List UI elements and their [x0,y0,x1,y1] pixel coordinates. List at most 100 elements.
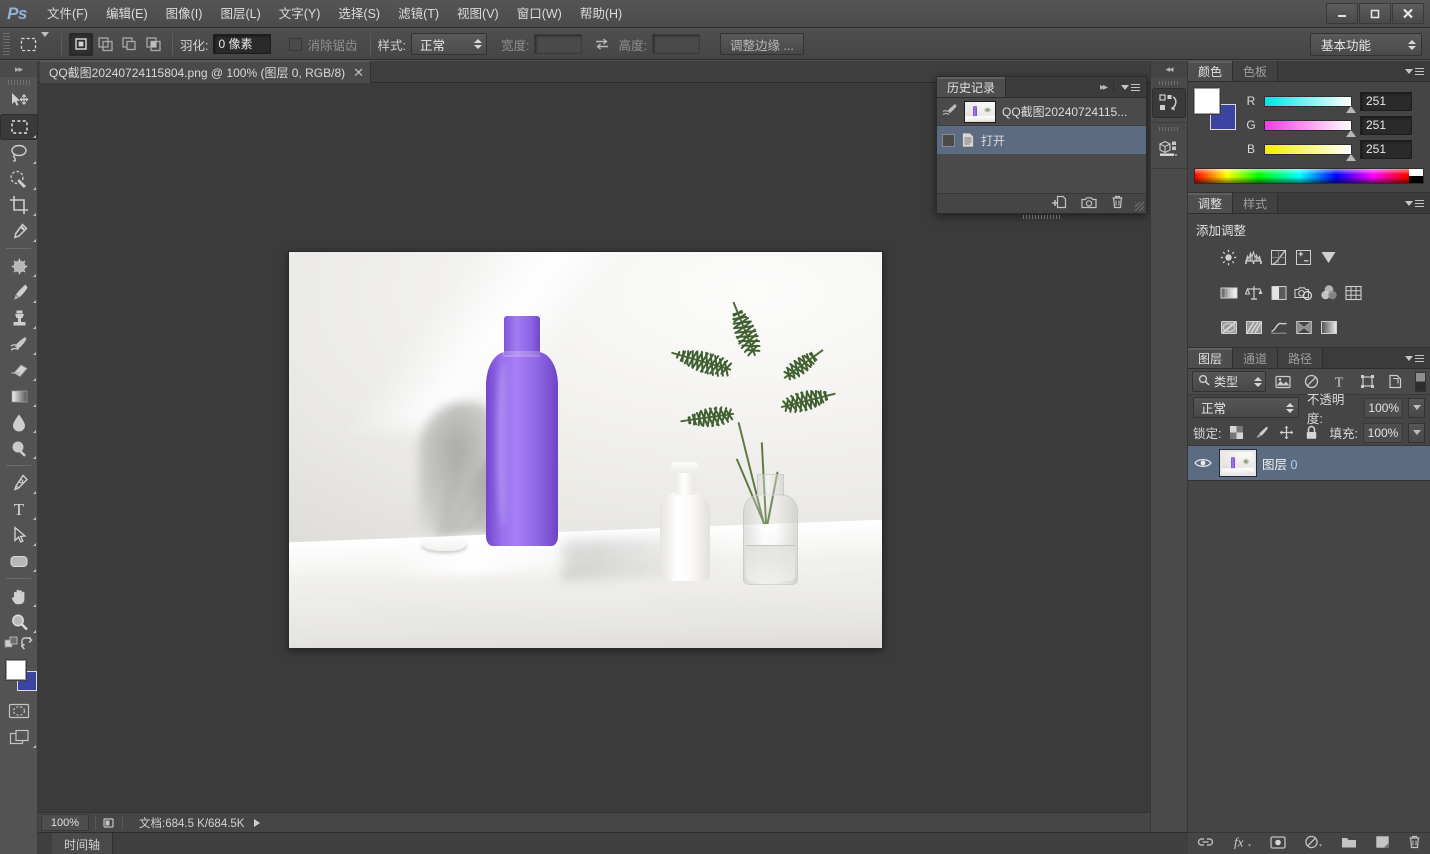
menu-filter[interactable]: 滤镜(T) [389,3,448,25]
channel-slider-g[interactable] [1264,119,1356,137]
layer-filter-kind-select[interactable]: 类型 [1192,371,1266,392]
tool-gradient-tool[interactable] [0,383,38,409]
menu-edit[interactable]: 编辑(E) [97,3,157,25]
black-white-swatches[interactable] [1409,169,1423,183]
close-icon[interactable]: ✕ [353,66,364,79]
tab-history[interactable]: 历史记录 [937,77,1007,97]
tool-preset-dropdown[interactable] [41,32,49,51]
tool-horizontal-type-tool[interactable]: T [0,496,38,522]
add-to-selection-button[interactable] [93,33,117,56]
tool-lasso-tool[interactable] [0,140,38,166]
channel-mixer-icon[interactable] [1316,279,1341,306]
panel-drag-handle[interactable] [937,213,1146,220]
subtract-from-selection-button[interactable] [117,33,141,56]
status-menu-arrow-icon[interactable] [254,818,261,827]
tool-pen-tool[interactable] [0,470,38,496]
tab-timeline[interactable]: 时间轴 [52,833,114,854]
curves-icon[interactable] [1266,244,1291,271]
filter-pixel-layers-icon[interactable] [1272,371,1294,392]
proxy-preview-icon[interactable] [102,816,116,830]
tab-channels[interactable]: 通道 [1233,348,1279,368]
link-layers-icon[interactable] [1197,836,1214,851]
maximize-button[interactable] [1359,3,1391,24]
fill-value[interactable]: 100% [1363,422,1403,443]
lock-all-icon[interactable] [1301,423,1321,443]
tool-blur-tool[interactable] [0,409,38,435]
tool-path-selection-tool[interactable] [0,522,38,548]
tool-crop-tool[interactable] [0,192,38,218]
panel-menu-icon[interactable] [1405,354,1424,362]
tool-clone-stamp-tool[interactable] [0,305,38,331]
tab-adjustments[interactable]: 调整 [1188,193,1234,213]
tab-styles[interactable]: 样式 [1233,193,1279,213]
menu-window[interactable]: 窗口(W) [508,3,571,25]
blend-mode-select[interactable]: 正常 [1193,397,1299,418]
lock-image-pixels-icon[interactable] [1251,423,1271,443]
brightness-contrast-icon[interactable] [1216,244,1241,271]
tool-brush-tool[interactable] [0,279,38,305]
swap-foreground-background-icon[interactable] [20,637,34,653]
posterize-icon[interactable] [1241,314,1266,341]
swap-width-height-icon[interactable] [592,37,612,51]
panel-resize-grip[interactable] [1135,202,1144,211]
close-button[interactable] [1392,3,1424,24]
tool-dodge-tool[interactable] [0,435,38,461]
antialias-checkbox[interactable] [289,37,303,51]
tool-preset-picker[interactable] [15,32,41,56]
tool-quick-selection-tool[interactable] [0,166,38,192]
tool-rectangular-marquee-tool[interactable] [0,114,38,140]
tab-paths[interactable]: 路径 [1278,348,1324,368]
slider-knob[interactable] [1346,105,1356,113]
color-balance-icon[interactable] [1241,279,1266,306]
photo-filter-icon[interactable] [1291,279,1316,306]
create-new-snapshot-icon[interactable] [1081,196,1097,212]
tool-history-brush-tool[interactable] [0,331,38,357]
toolbar-collapse-button[interactable]: ▸▸ [0,61,37,77]
slider-knob[interactable] [1346,153,1356,161]
history-panel[interactable]: 历史记录 ▸▸ QQ截图20240724115... 打开 [936,76,1147,214]
dock-grip[interactable] [1151,77,1187,88]
levels-icon[interactable] [1241,244,1266,271]
tool-rounded-rectangle-tool[interactable] [0,548,38,574]
panel-menu-icon[interactable] [1405,67,1424,75]
threshold-icon[interactable] [1266,314,1291,341]
filter-smart-objects-icon[interactable] [1384,371,1406,392]
menu-layer[interactable]: 图层(L) [211,3,269,25]
refine-edge-button[interactable]: 调整边缘 ... [719,33,804,55]
history-state-row[interactable]: 打开 [937,126,1146,154]
new-layer-icon[interactable] [1375,835,1390,852]
document-tab[interactable]: QQ截图20240724115804.png @ 100% (图层 0, RGB… [40,61,372,83]
height-input[interactable] [651,34,700,54]
layer-name[interactable]: 图层 0 [1262,454,1297,473]
gradient-map-icon[interactable] [1316,314,1341,341]
selective-color-icon[interactable] [1291,314,1316,341]
tool-eyedropper-tool[interactable] [0,218,38,244]
opacity-value[interactable]: 100% [1364,397,1404,418]
foreground-color-swatch[interactable] [1194,88,1220,114]
layer-style-fx-icon[interactable]: fx [1232,835,1252,852]
document-image[interactable] [289,252,882,648]
channel-value-g[interactable]: 251 [1360,115,1412,135]
change-screen-mode-button[interactable] [0,724,38,750]
panel-menu-icon[interactable] [1121,83,1140,91]
history-snapshot-row[interactable]: QQ截图20240724115... [937,98,1146,126]
channel-value-b[interactable]: 251 [1360,139,1412,159]
new-selection-button[interactable] [69,32,93,56]
panel-menu-icon[interactable] [1405,199,1424,207]
opacity-dropdown-button[interactable] [1408,397,1426,418]
foreground-color-swatch[interactable] [6,660,26,680]
new-fill-adjustment-layer-icon[interactable] [1304,835,1323,852]
channel-slider-r[interactable] [1264,95,1356,113]
black-white-icon[interactable] [1266,279,1291,306]
tool-zoom-tool[interactable] [0,609,38,635]
channel-value-r[interactable]: 251 [1360,91,1412,111]
layer-row[interactable]: 图层 0 [1188,446,1430,480]
create-document-from-state-icon[interactable] [1052,195,1067,212]
invert-icon[interactable] [1216,314,1241,341]
intersect-selection-button[interactable] [141,33,165,56]
options-bar-grip[interactable] [2,33,11,55]
history-state-list[interactable]: QQ截图20240724115... 打开 [937,98,1146,193]
channel-slider-b[interactable] [1264,143,1356,161]
menu-select[interactable]: 选择(S) [329,3,389,25]
tab-layers[interactable]: 图层 [1188,348,1234,368]
